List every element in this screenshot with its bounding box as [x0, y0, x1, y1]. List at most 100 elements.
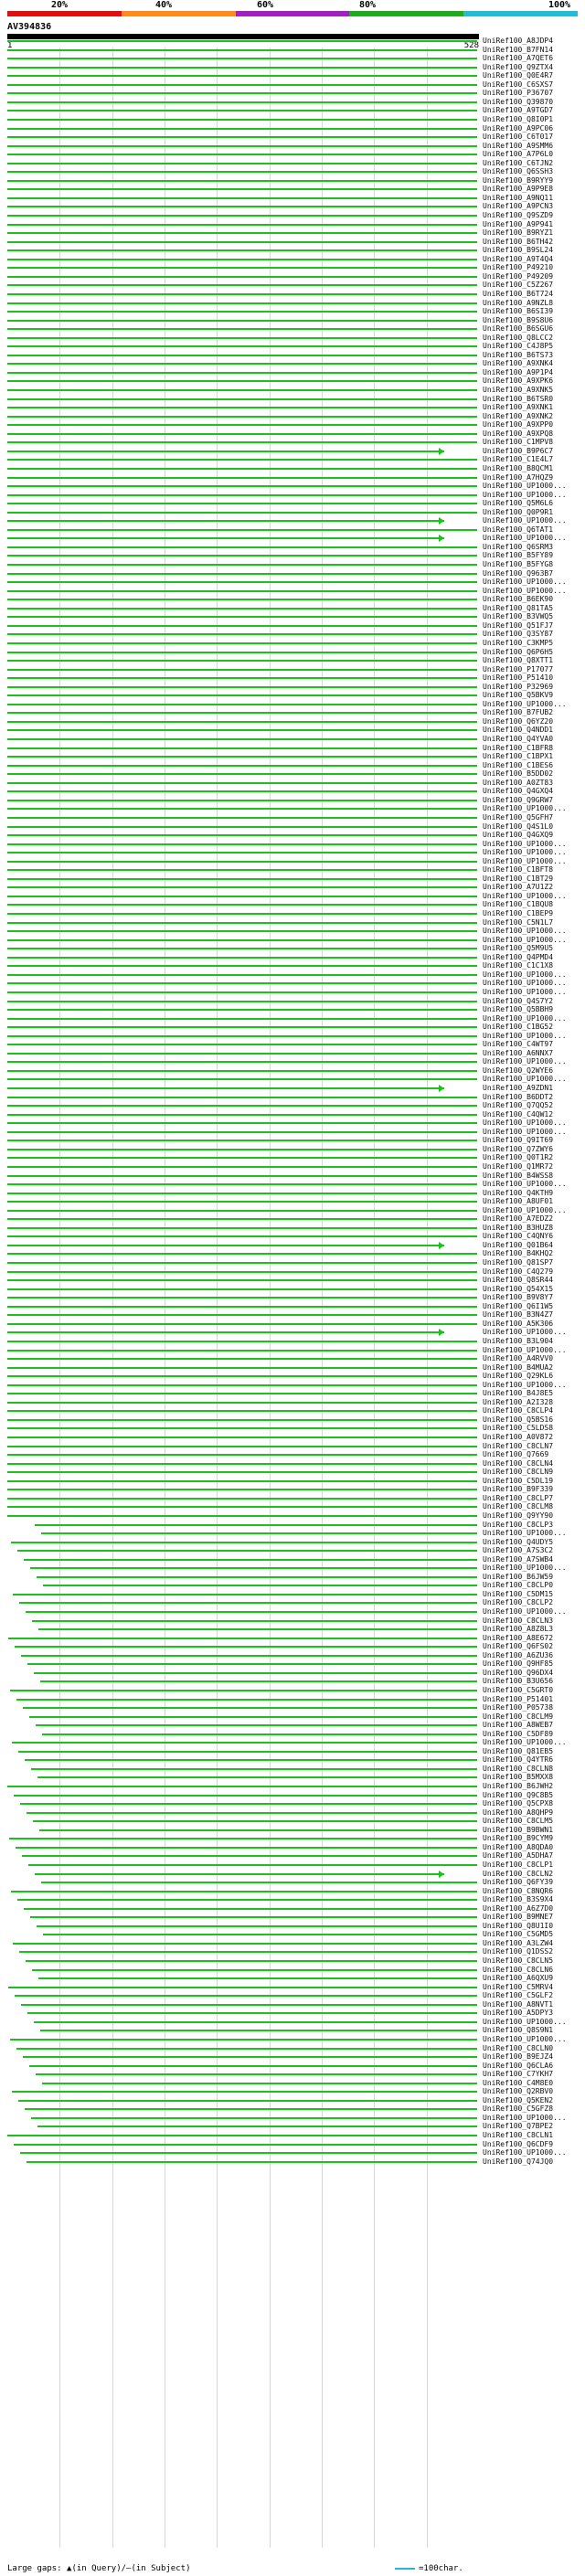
hit-label[interactable]: UniRef100_UP1000... [483, 988, 567, 997]
hit-label[interactable]: UniRef100_Q4YTR6 [483, 1755, 553, 1765]
hit-label[interactable]: UniRef100_A9XNK4 [483, 359, 553, 368]
hit-label[interactable]: UniRef100_C8CLM8 [483, 1502, 553, 1511]
hit-row[interactable]: UniRef100_UP1000... [0, 848, 585, 857]
hit-row[interactable]: UniRef100_C5DM15 [0, 1590, 585, 1599]
hit-row[interactable]: UniRef100_B5FYG8 [0, 560, 585, 569]
hit-row[interactable]: UniRef100_Q2RBV0 [0, 2087, 585, 2096]
hit-row[interactable]: UniRef100_Q963B7 [0, 569, 585, 578]
hit-row[interactable]: UniRef100_B6DDT2 [0, 1093, 585, 1102]
hit-row[interactable]: UniRef100_Q1MR72 [0, 1162, 585, 1171]
hit-row[interactable]: UniRef100_UP1000... [0, 840, 585, 849]
hit-label[interactable]: UniRef100_A5DPY3 [483, 2009, 553, 2018]
hit-row[interactable]: UniRef100_UP1000... [0, 1057, 585, 1066]
hit-row[interactable]: UniRef100_UP1000... [0, 988, 585, 997]
hit-row[interactable]: UniRef100_A9PC06 [0, 124, 585, 133]
hit-label[interactable]: UniRef100_UP1000... [483, 1607, 567, 1617]
hit-label[interactable]: UniRef100_Q963B7 [483, 569, 553, 578]
hit-row[interactable]: UniRef100_A9NZL8 [0, 299, 585, 308]
hit-row[interactable]: UniRef100_UP1000... [0, 700, 585, 709]
hit-label[interactable]: UniRef100_A0V872 [483, 1433, 553, 1442]
hit-label[interactable]: UniRef100_B4WSS8 [483, 1171, 553, 1181]
hit-label[interactable]: UniRef100_C4WT97 [483, 1040, 553, 1049]
hit-row[interactable]: UniRef100_Q81TA5 [0, 604, 585, 613]
hit-label[interactable]: UniRef100_A6ZU36 [483, 1651, 553, 1660]
hit-label[interactable]: UniRef100_Q1MR72 [483, 1162, 553, 1171]
hit-row[interactable]: UniRef100_P32969 [0, 683, 585, 692]
hit-label[interactable]: UniRef100_A6QXU9 [483, 1974, 553, 1983]
hit-row[interactable]: UniRef100_Q6SSH3 [0, 167, 585, 176]
hit-label[interactable]: UniRef100_Q4S1L0 [483, 822, 553, 832]
hit-row[interactable]: UniRef100_Q0E4R7 [0, 71, 585, 80]
hit-row[interactable]: UniRef100_UP1000... [0, 1180, 585, 1189]
hit-label[interactable]: UniRef100_B6EK90 [483, 595, 553, 604]
hit-label[interactable]: UniRef100_B9F339 [483, 1485, 553, 1494]
hit-row[interactable]: UniRef100_B7FUB2 [0, 708, 585, 717]
hit-row[interactable]: UniRef100_C4QW12 [0, 1110, 585, 1119]
hit-label[interactable]: UniRef100_A8QHP9 [483, 1808, 553, 1818]
hit-row[interactable]: UniRef100_P51410 [0, 673, 585, 683]
hit-label[interactable]: UniRef100_UP1000... [483, 2114, 567, 2123]
hit-row[interactable]: UniRef100_Q5GFH7 [0, 813, 585, 822]
hit-row[interactable]: UniRef100_Q29KL6 [0, 1372, 585, 1381]
hit-row[interactable]: UniRef100_B4WSS8 [0, 1171, 585, 1181]
hit-row[interactable]: UniRef100_C5MRV4 [0, 1983, 585, 1992]
hit-row[interactable]: UniRef100_C5DF89 [0, 1730, 585, 1739]
hit-row[interactable]: UniRef100_A9XNK1 [0, 403, 585, 412]
hit-label[interactable]: UniRef100_A9NZL8 [483, 299, 553, 308]
hit-row[interactable]: UniRef100_P49210 [0, 263, 585, 272]
hit-label[interactable]: UniRef100_A7HQZ9 [483, 473, 553, 482]
hit-row[interactable]: UniRef100_B5FY89 [0, 551, 585, 560]
hit-label[interactable]: UniRef100_Q1DSS2 [483, 1947, 553, 1956]
hit-row[interactable]: UniRef100_C8CLN7 [0, 1442, 585, 1451]
hit-label[interactable]: UniRef100_Q6CDF9 [483, 2140, 553, 2149]
hit-row[interactable]: UniRef100_B4KHQ2 [0, 1249, 585, 1258]
hit-row[interactable]: UniRef100_C8CLN8 [0, 1765, 585, 1774]
hit-label[interactable]: UniRef100_C8CLN4 [483, 1459, 553, 1468]
hit-label[interactable]: UniRef100_A9PC06 [483, 124, 553, 133]
hit-label[interactable]: UniRef100_B3U656 [483, 1677, 553, 1686]
hit-row[interactable]: UniRef100_UP1000... [0, 892, 585, 901]
hit-row[interactable]: UniRef100_B9EJZ4 [0, 2052, 585, 2062]
hit-label[interactable]: UniRef100_B9S8U6 [483, 316, 553, 325]
hit-label[interactable]: UniRef100_C4Q279 [483, 1267, 553, 1277]
hit-label[interactable]: UniRef100_C1BFT8 [483, 865, 553, 875]
hit-row[interactable]: UniRef100_C5Z267 [0, 281, 585, 290]
hit-row[interactable]: UniRef100_Q9ZTX4 [0, 63, 585, 72]
hit-label[interactable]: UniRef100_C5Z267 [483, 281, 553, 290]
hit-label[interactable]: UniRef100_P36707 [483, 89, 553, 98]
hit-label[interactable]: UniRef100_Q6YZ20 [483, 717, 553, 726]
hit-label[interactable]: UniRef100_A5DHA7 [483, 1851, 553, 1860]
hit-row[interactable]: UniRef100_A8QDA0 [0, 1843, 585, 1852]
hit-label[interactable]: UniRef100_C1MPV8 [483, 438, 553, 447]
hit-row[interactable]: UniRef100_Q5KEN2 [0, 2096, 585, 2105]
hit-label[interactable]: UniRef100_B4MUA2 [483, 1363, 553, 1373]
hit-label[interactable]: UniRef100_UP1000... [483, 804, 567, 813]
hit-row[interactable]: UniRef100_C8CLN3 [0, 1617, 585, 1626]
hit-row[interactable]: UniRef100_Q9HF85 [0, 1659, 585, 1669]
hit-label[interactable]: UniRef100_Q4GXQ9 [483, 831, 553, 840]
hit-row[interactable]: UniRef100_B3U656 [0, 1677, 585, 1686]
hit-label[interactable]: UniRef100_C4QNY6 [483, 1232, 553, 1241]
hit-row[interactable]: UniRef100_Q6CDF9 [0, 2140, 585, 2149]
hit-label[interactable]: UniRef100_A9XPK6 [483, 376, 553, 386]
hit-label[interactable]: UniRef100_Q4UDY5 [483, 1538, 553, 1547]
hit-label[interactable]: UniRef100_C1E4L7 [483, 455, 553, 464]
hit-row[interactable]: UniRef100_Q0T1R2 [0, 1153, 585, 1162]
hit-label[interactable]: UniRef100_C8CLN0 [483, 2044, 553, 2053]
hit-row[interactable]: UniRef100_C6TJN2 [0, 159, 585, 168]
hit-row[interactable]: UniRef100_Q6FY39 [0, 1878, 585, 1887]
hit-label[interactable]: UniRef100_UP1000... [483, 1128, 567, 1137]
hit-row[interactable]: UniRef100_UP1000... [0, 927, 585, 936]
hit-label[interactable]: UniRef100_B9P6C7 [483, 447, 553, 456]
hit-label[interactable]: UniRef100_UP1000... [483, 936, 567, 945]
hit-label[interactable]: UniRef100_Q0E4R7 [483, 71, 553, 80]
hit-label[interactable]: UniRef100_UP1000... [483, 2018, 567, 2027]
hit-label[interactable]: UniRef100_B8QCM1 [483, 464, 553, 473]
hit-label[interactable]: UniRef100_P49210 [483, 263, 553, 272]
hit-label[interactable]: UniRef100_Q8XTT1 [483, 656, 553, 665]
hit-label[interactable]: UniRef100_B4KHQ2 [483, 1249, 553, 1258]
hit-label[interactable]: UniRef100_C8CLN8 [483, 1765, 553, 1774]
hit-row[interactable]: UniRef100_B6TSR0 [0, 395, 585, 404]
hit-label[interactable]: UniRef100_Q8LCC2 [483, 334, 553, 343]
hit-row[interactable]: UniRef100_Q7ZWY6 [0, 1145, 585, 1154]
